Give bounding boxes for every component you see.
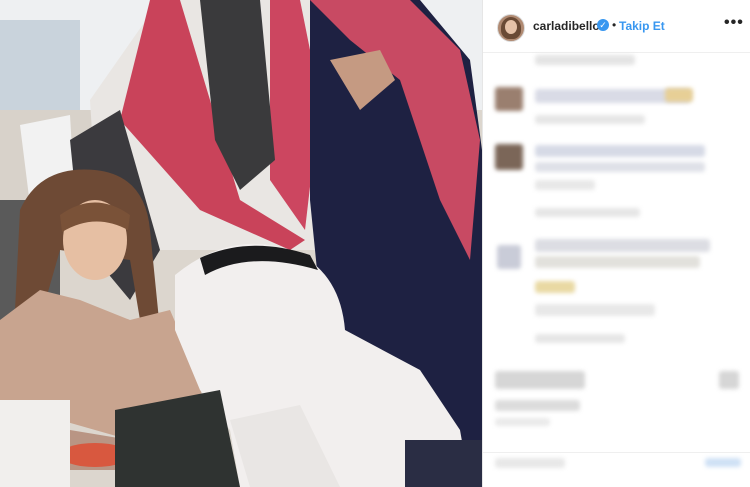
avatar[interactable]: [497, 14, 525, 42]
comment-blurred: [535, 256, 700, 268]
likes-blurred: [495, 400, 580, 411]
post-photo-image: [0, 0, 482, 487]
avatar-face: [505, 20, 517, 34]
comment-avatar-blurred: [495, 144, 523, 170]
comment-blurred: [665, 88, 693, 102]
verified-badge-icon: ✓: [597, 19, 609, 31]
more-options-icon[interactable]: •••: [724, 14, 744, 32]
comment-blurred: [535, 115, 645, 124]
comment-blurred: [535, 334, 625, 343]
bookmark-icon-blurred[interactable]: [719, 371, 739, 389]
comment-box-divider: [483, 452, 750, 453]
follow-button[interactable]: Takip Et: [619, 19, 665, 33]
post-sidebar: carladibello ✓ • Takip Et •••: [483, 0, 750, 487]
comment-blurred: [535, 208, 640, 217]
comment-avatar-blurred: [495, 87, 523, 111]
separator-dot: •: [612, 18, 617, 32]
comment-blurred: [535, 180, 595, 190]
comment-blurred: [535, 55, 635, 65]
post-photo[interactable]: [0, 0, 482, 487]
timestamp-blurred: [495, 418, 550, 426]
comment-avatar-blurred: [497, 245, 521, 269]
comment-input-blurred[interactable]: [495, 458, 565, 468]
username-link[interactable]: carladibello: [533, 19, 600, 33]
comment-blurred: [535, 281, 575, 293]
post-header: carladibello ✓ • Takip Et •••: [483, 0, 750, 53]
comment-blurred: [535, 162, 705, 172]
post-button-blurred[interactable]: [705, 458, 741, 467]
comment-blurred: [535, 304, 655, 316]
comment-blurred: [535, 145, 705, 157]
action-icons-blurred[interactable]: [495, 371, 585, 389]
comment-blurred: [535, 239, 710, 252]
